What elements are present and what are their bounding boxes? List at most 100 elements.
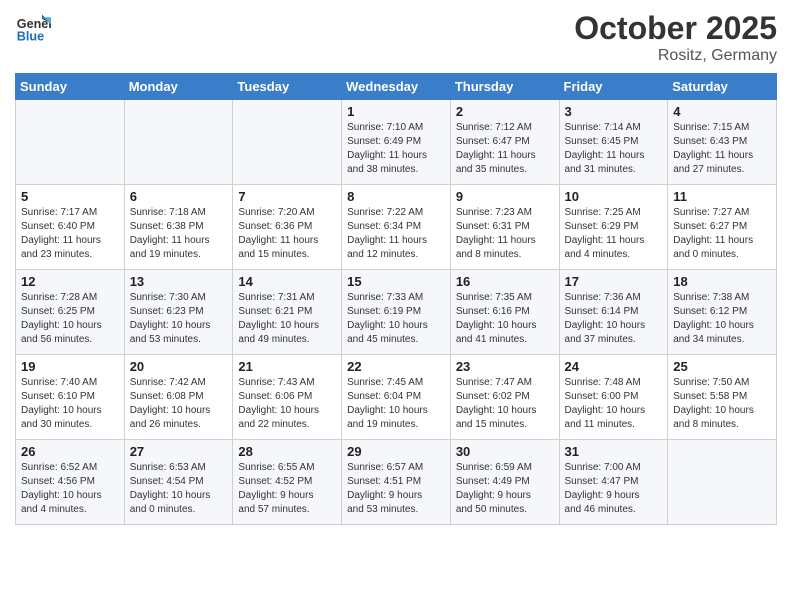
day-number: 24 [565, 359, 663, 374]
week-row-3: 12 Sunrise: 7:28 AM Sunset: 6:25 PM Dayli… [16, 270, 777, 355]
day-number: 6 [130, 189, 228, 204]
calendar-cell: 29 Sunrise: 6:57 AM Sunset: 4:51 PM Dayli… [342, 440, 451, 525]
day-info: Sunrise: 7:36 AM Sunset: 6:14 PM Dayligh… [565, 291, 663, 347]
day-number: 26 [21, 444, 119, 459]
day-info: Sunrise: 7:42 AM Sunset: 6:08 PM Dayligh… [130, 376, 228, 432]
calendar-cell [16, 100, 125, 185]
day-number: 27 [130, 444, 228, 459]
day-info: Sunrise: 7:43 AM Sunset: 6:06 PM Dayligh… [238, 376, 336, 432]
logo-icon: General Blue [15, 10, 51, 46]
day-info: Sunrise: 7:17 AM Sunset: 6:40 PM Dayligh… [21, 206, 119, 262]
day-number: 16 [456, 274, 554, 289]
calendar-cell: 26 Sunrise: 6:52 AM Sunset: 4:56 PM Dayli… [16, 440, 125, 525]
day-info: Sunrise: 7:23 AM Sunset: 6:31 PM Dayligh… [456, 206, 554, 262]
day-number: 30 [456, 444, 554, 459]
calendar-cell: 14Sunrise: 7:31 AM Sunset: 6:21 PM Dayli… [233, 270, 342, 355]
calendar-cell: 15 Sunrise: 7:33 AM Sunset: 6:19 PM Dayli… [342, 270, 451, 355]
calendar-cell: 2 Sunrise: 7:12 AM Sunset: 6:47 PM Daylig… [450, 100, 559, 185]
day-number: 28 [238, 444, 336, 459]
day-info: Sunrise: 7:30 AM Sunset: 6:23 PM Dayligh… [130, 291, 228, 347]
calendar-cell: 7Sunrise: 7:20 AM Sunset: 6:36 PM Daylig… [233, 185, 342, 270]
header-day-friday: Friday [559, 74, 668, 100]
calendar-cell: 28 Sunrise: 6:55 AM Sunset: 4:52 PM Dayli… [233, 440, 342, 525]
day-info: Sunrise: 7:00 AM Sunset: 4:47 PM Dayligh… [565, 461, 663, 517]
day-number: 20 [130, 359, 228, 374]
day-info: Sunrise: 7:50 AM Sunset: 5:58 PM Dayligh… [673, 376, 771, 432]
day-info: Sunrise: 7:33 AM Sunset: 6:19 PM Dayligh… [347, 291, 445, 347]
calendar-cell [668, 440, 777, 525]
calendar-cell: 8 Sunrise: 7:22 AM Sunset: 6:34 PM Daylig… [342, 185, 451, 270]
header-day-sunday: Sunday [16, 74, 125, 100]
calendar-cell: 9 Sunrise: 7:23 AM Sunset: 6:31 PM Daylig… [450, 185, 559, 270]
day-number: 21 [238, 359, 336, 374]
calendar-cell: 24Sunrise: 7:48 AM Sunset: 6:00 PM Dayli… [559, 355, 668, 440]
svg-text:Blue: Blue [17, 30, 44, 44]
calendar-cell: 23 Sunrise: 7:47 AM Sunset: 6:02 PM Dayli… [450, 355, 559, 440]
day-info: Sunrise: 7:31 AM Sunset: 6:21 PM Dayligh… [238, 291, 336, 347]
day-info: Sunrise: 7:20 AM Sunset: 6:36 PM Dayligh… [238, 206, 336, 262]
day-info: Sunrise: 7:15 AM Sunset: 6:43 PM Dayligh… [673, 121, 771, 177]
day-info: Sunrise: 7:10 AM Sunset: 6:49 PM Dayligh… [347, 121, 445, 177]
day-number: 25 [673, 359, 771, 374]
week-row-1: 1Sunrise: 7:10 AM Sunset: 6:49 PM Daylig… [16, 100, 777, 185]
calendar-cell [124, 100, 233, 185]
day-info: Sunrise: 7:38 AM Sunset: 6:12 PM Dayligh… [673, 291, 771, 347]
day-info: Sunrise: 6:53 AM Sunset: 4:54 PM Dayligh… [130, 461, 228, 517]
calendar-cell: 17 Sunrise: 7:36 AM Sunset: 6:14 PM Dayli… [559, 270, 668, 355]
day-number: 29 [347, 444, 445, 459]
day-number: 31 [565, 444, 663, 459]
calendar-cell: 12 Sunrise: 7:28 AM Sunset: 6:25 PM Dayli… [16, 270, 125, 355]
logo: General Blue [15, 10, 51, 46]
calendar-cell: 21 Sunrise: 7:43 AM Sunset: 6:06 PM Dayli… [233, 355, 342, 440]
day-info: Sunrise: 6:59 AM Sunset: 4:49 PM Dayligh… [456, 461, 554, 517]
day-number: 17 [565, 274, 663, 289]
calendar-cell [233, 100, 342, 185]
calendar-cell: 19 Sunrise: 7:40 AM Sunset: 6:10 PM Dayli… [16, 355, 125, 440]
day-info: Sunrise: 7:28 AM Sunset: 6:25 PM Dayligh… [21, 291, 119, 347]
day-info: Sunrise: 6:52 AM Sunset: 4:56 PM Dayligh… [21, 461, 119, 517]
day-info: Sunrise: 7:27 AM Sunset: 6:27 PM Dayligh… [673, 206, 771, 262]
calendar-cell: 11Sunrise: 7:27 AM Sunset: 6:27 PM Dayli… [668, 185, 777, 270]
header-day-monday: Monday [124, 74, 233, 100]
day-info: Sunrise: 7:40 AM Sunset: 6:10 PM Dayligh… [21, 376, 119, 432]
month-title: October 2025 [574, 10, 777, 47]
header-row: SundayMondayTuesdayWednesdayThursdayFrid… [16, 74, 777, 100]
calendar-cell: 1Sunrise: 7:10 AM Sunset: 6:49 PM Daylig… [342, 100, 451, 185]
day-info: Sunrise: 7:12 AM Sunset: 6:47 PM Dayligh… [456, 121, 554, 177]
day-info: Sunrise: 7:25 AM Sunset: 6:29 PM Dayligh… [565, 206, 663, 262]
day-number: 12 [21, 274, 119, 289]
calendar-cell: 30 Sunrise: 6:59 AM Sunset: 4:49 PM Dayli… [450, 440, 559, 525]
day-number: 9 [456, 189, 554, 204]
day-info: Sunrise: 6:57 AM Sunset: 4:51 PM Dayligh… [347, 461, 445, 517]
day-number: 8 [347, 189, 445, 204]
day-info: Sunrise: 6:55 AM Sunset: 4:52 PM Dayligh… [238, 461, 336, 517]
calendar-cell: 5 Sunrise: 7:17 AM Sunset: 6:40 PM Daylig… [16, 185, 125, 270]
calendar-cell: 10 Sunrise: 7:25 AM Sunset: 6:29 PM Dayli… [559, 185, 668, 270]
calendar-cell: 31 Sunrise: 7:00 AM Sunset: 4:47 PM Dayli… [559, 440, 668, 525]
calendar-cell: 18 Sunrise: 7:38 AM Sunset: 6:12 PM Dayli… [668, 270, 777, 355]
day-number: 2 [456, 104, 554, 119]
calendar-cell: 25 Sunrise: 7:50 AM Sunset: 5:58 PM Dayli… [668, 355, 777, 440]
day-number: 5 [21, 189, 119, 204]
page: General Blue October 2025 Rositz, German… [0, 0, 792, 540]
week-row-2: 5 Sunrise: 7:17 AM Sunset: 6:40 PM Daylig… [16, 185, 777, 270]
day-number: 15 [347, 274, 445, 289]
title-block: October 2025 Rositz, Germany [574, 10, 777, 65]
day-info: Sunrise: 7:47 AM Sunset: 6:02 PM Dayligh… [456, 376, 554, 432]
calendar-cell: 27 Sunrise: 6:53 AM Sunset: 4:54 PM Dayli… [124, 440, 233, 525]
calendar-cell: 22Sunrise: 7:45 AM Sunset: 6:04 PM Dayli… [342, 355, 451, 440]
header-day-saturday: Saturday [668, 74, 777, 100]
day-number: 19 [21, 359, 119, 374]
day-number: 3 [565, 104, 663, 119]
subtitle: Rositz, Germany [574, 47, 777, 65]
day-info: Sunrise: 7:45 AM Sunset: 6:04 PM Dayligh… [347, 376, 445, 432]
day-number: 10 [565, 189, 663, 204]
day-number: 23 [456, 359, 554, 374]
day-info: Sunrise: 7:22 AM Sunset: 6:34 PM Dayligh… [347, 206, 445, 262]
header-day-thursday: Thursday [450, 74, 559, 100]
day-number: 18 [673, 274, 771, 289]
calendar-cell: 16Sunrise: 7:35 AM Sunset: 6:16 PM Dayli… [450, 270, 559, 355]
calendar-table: SundayMondayTuesdayWednesdayThursdayFrid… [15, 73, 777, 525]
calendar-cell: 13 Sunrise: 7:30 AM Sunset: 6:23 PM Dayli… [124, 270, 233, 355]
day-number: 13 [130, 274, 228, 289]
